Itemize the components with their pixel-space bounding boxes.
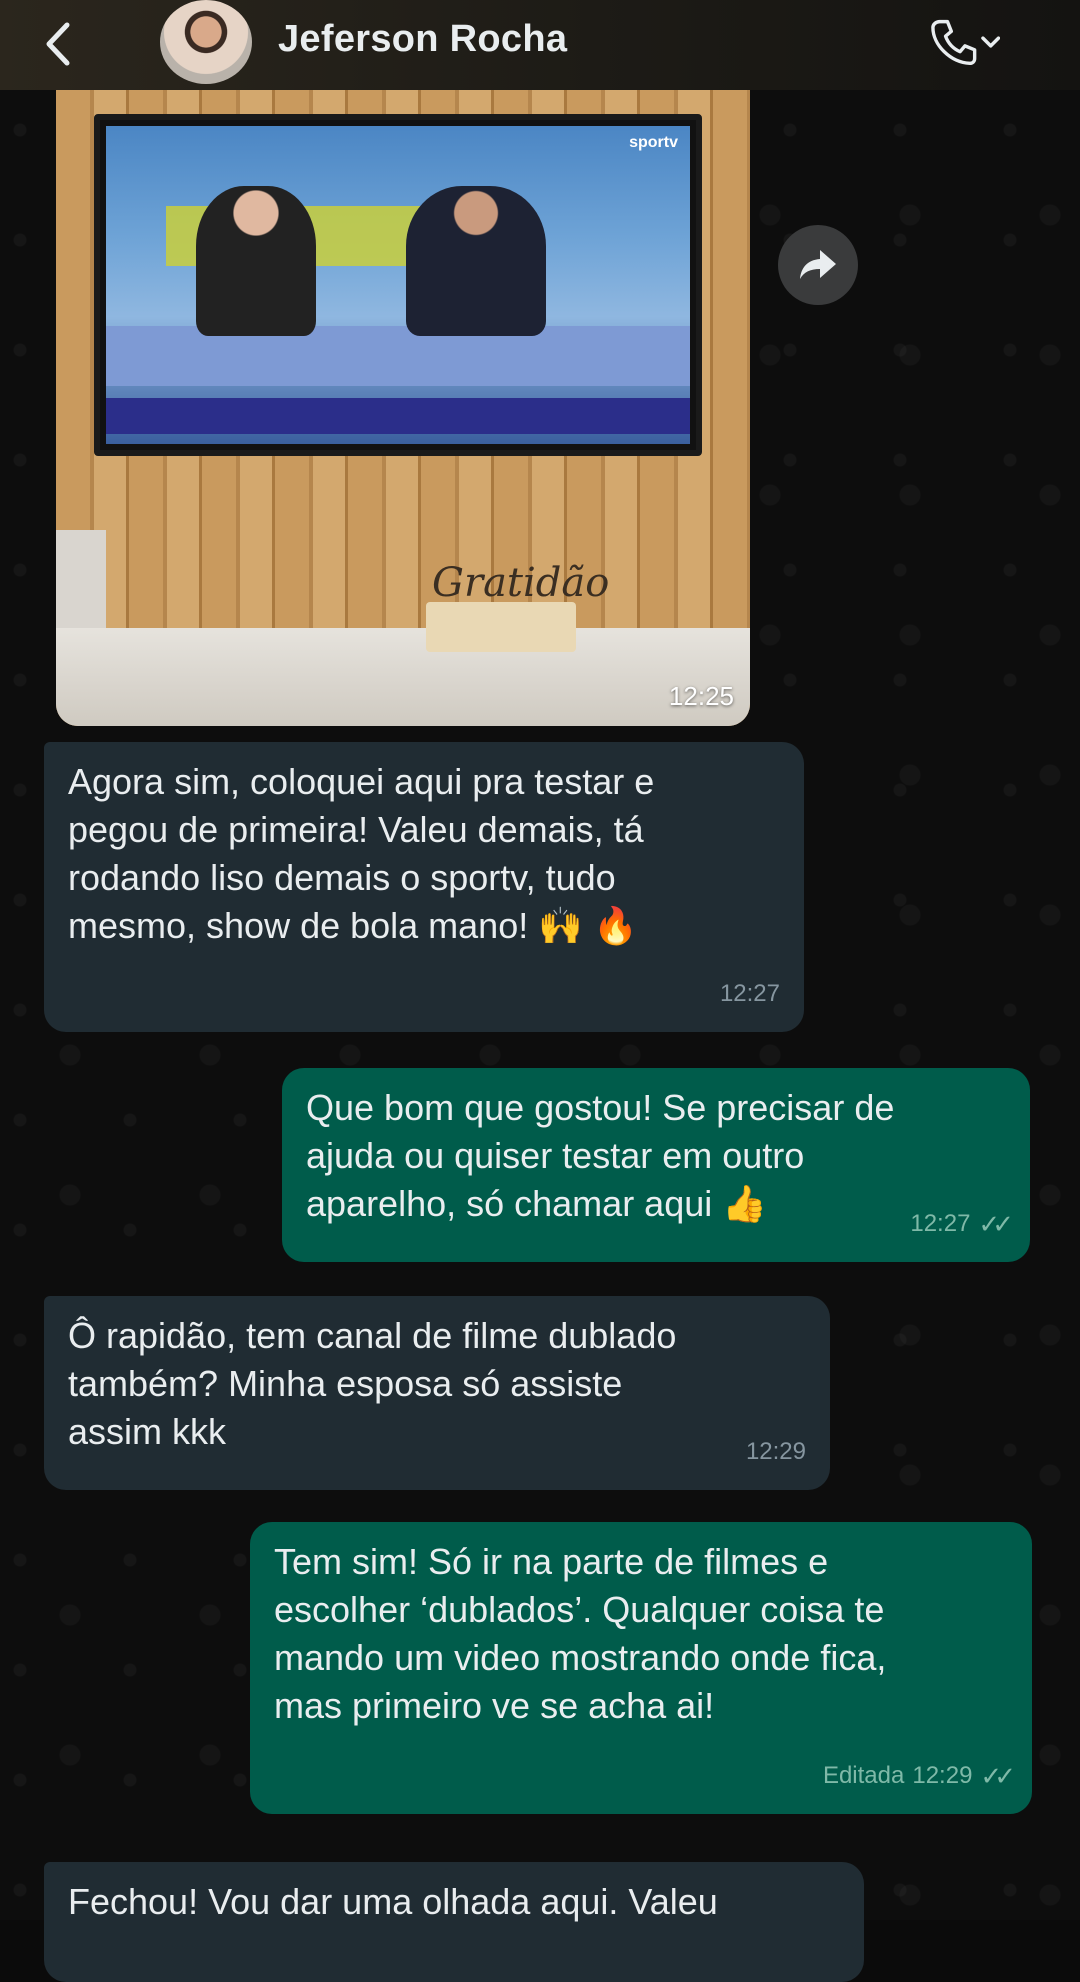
read-ticks-icon: ✓✓ [980, 1761, 1015, 1791]
forward-button[interactable] [778, 225, 858, 305]
plaque [426, 602, 576, 652]
plaque-text: Gratidão [432, 560, 610, 606]
message-time: 12:25 [668, 681, 734, 711]
outgoing-message[interactable]: Que bom que gostou! Se precisar de ajuda… [282, 1068, 1030, 1262]
message-time: 12:29 [912, 1762, 973, 1789]
presenter-figure [406, 186, 546, 336]
presenter-figure [196, 186, 316, 336]
tv-ticker [106, 398, 690, 434]
avatar[interactable] [160, 0, 252, 84]
contact-name[interactable]: Jeferson Rocha [278, 18, 567, 61]
tv-channel-logo: sportv [629, 134, 678, 151]
tv-image: sportv [94, 114, 702, 456]
chevron-down-icon[interactable] [980, 35, 1000, 49]
message-time: 12:29 [745, 1438, 806, 1465]
image-message[interactable]: sportv Gratidão 12:25 [56, 90, 750, 726]
read-ticks-icon: ✓✓ [978, 1209, 1013, 1239]
message-time: 12:27 [719, 980, 780, 1007]
message-text: Tem sim! Só ir na parte de filmes e esco… [274, 1541, 887, 1726]
chat-header: Jeferson Rocha [0, 0, 1080, 90]
message-text: Fechou! Vou dar uma olhada aqui. Valeu [68, 1881, 718, 1922]
message-text: Ô rapidão, tem canal de filme dublado ta… [68, 1315, 677, 1452]
message-text: Agora sim, coloquei aqui pra testar e pe… [68, 761, 655, 946]
chevron-left-icon [46, 22, 70, 66]
shelf [56, 628, 750, 726]
edited-label: Editada [822, 1762, 905, 1789]
message-time: 12:27 [910, 1210, 971, 1237]
message-text: Que bom que gostou! Se precisar de ajuda… [306, 1087, 895, 1224]
outgoing-message[interactable]: Tem sim! Só ir na parte de filmes e esco… [250, 1522, 1032, 1814]
incoming-message[interactable]: Agora sim, coloquei aqui pra testar e pe… [44, 742, 804, 1032]
call-button[interactable] [930, 12, 1000, 72]
forward-arrow-icon [800, 250, 836, 279]
phone-icon [931, 19, 977, 66]
incoming-message[interactable]: Fechou! Vou dar uma olhada aqui. Valeu [44, 1862, 864, 1982]
back-button[interactable] [38, 14, 78, 74]
incoming-message[interactable]: Ô rapidão, tem canal de filme dublado ta… [44, 1296, 830, 1490]
